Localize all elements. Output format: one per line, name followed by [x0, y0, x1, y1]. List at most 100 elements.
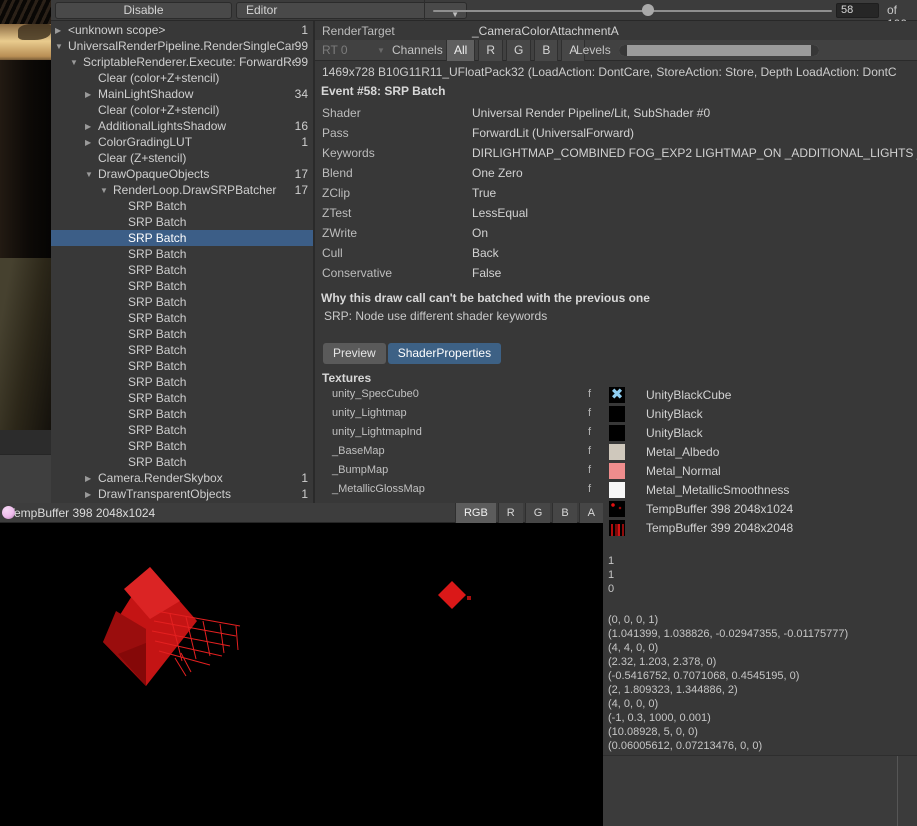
detail-label: Shader [322, 106, 361, 120]
texture-asset-name[interactable]: Metal_MetallicSmoothness [646, 483, 789, 497]
tree-row[interactable]: ▼UniversalRenderPipeline.RenderSingleCam… [51, 38, 313, 54]
tree-row[interactable]: SRP Batch [51, 198, 313, 214]
chevron-right-icon[interactable]: ▶ [85, 474, 98, 483]
texture-thumbnail-black[interactable] [609, 425, 625, 441]
detail-row-blend: BlendOne Zero [315, 164, 917, 184]
disable-button[interactable]: Disable [55, 2, 232, 19]
rt-index-dropdown[interactable]: RT 0 [322, 43, 348, 57]
chevron-down-icon[interactable]: ▼ [70, 58, 83, 67]
tree-row[interactable]: SRP Batch [51, 262, 313, 278]
texture-thumbnail-tb398[interactable] [609, 501, 625, 517]
texture-asset-name[interactable]: UnityBlack [646, 407, 703, 421]
tree-row[interactable]: ▼ScriptableRenderer.Execute: ForwardRend… [51, 54, 313, 70]
tree-row[interactable]: Clear (color+Z+stencil) [51, 102, 313, 118]
tab-shader-properties[interactable]: ShaderProperties [388, 343, 501, 364]
texture-asset-name[interactable]: UnityBlackCube [646, 388, 731, 402]
tree-row[interactable]: ▶MainLightShadow34 [51, 86, 313, 102]
tree-row[interactable]: SRP Batch [51, 406, 313, 422]
tree-row-label: DrawOpaqueObjects [98, 167, 295, 181]
chevron-right-icon[interactable]: ▶ [85, 138, 98, 147]
levels-range-slider[interactable] [619, 45, 819, 56]
tree-row-count: 17 [295, 183, 313, 197]
texture-asset-name[interactable]: UnityBlack [646, 426, 703, 440]
channel-button-all[interactable]: All [446, 40, 475, 61]
tree-row[interactable]: SRP Batch [51, 214, 313, 230]
red-speck [467, 596, 471, 600]
tree-row[interactable]: Clear (Z+stencil) [51, 150, 313, 166]
chevron-down-icon[interactable]: ▼ [55, 42, 68, 51]
tree-row[interactable]: ▶AdditionalLightsShadow16 [51, 118, 313, 134]
tree-row[interactable]: ▶ColorGradingLUT1 [51, 134, 313, 150]
texture-asset-name[interactable]: TempBuffer 399 2048x2048 [646, 521, 793, 535]
scene-dark-structure [0, 60, 51, 258]
textures-section-title: Textures [322, 371, 371, 385]
preview-channel-button-g[interactable]: G [525, 503, 551, 523]
tree-row-label: SRP Batch [128, 247, 308, 261]
tree-row[interactable]: SRP Batch [51, 246, 313, 262]
scene-cloud [18, 24, 51, 40]
tree-row[interactable]: SRP Batch [51, 422, 313, 438]
detail-value: True [472, 186, 496, 200]
tree-row[interactable]: ▼RenderLoop.DrawSRPBatcher17 [51, 182, 313, 198]
tree-row-label: SRP Batch [128, 423, 308, 437]
tree-row-label: SRP Batch [128, 215, 308, 229]
tree-row[interactable]: SRP Batch [51, 454, 313, 470]
vector-value: (2.32, 1.203, 2.378, 0) [608, 655, 848, 669]
texture-thumbnail-normal[interactable] [609, 463, 625, 479]
tree-row[interactable]: SRP Batch [51, 342, 313, 358]
texture-property-name: _MetallicGlossMap [332, 483, 425, 495]
frame-number-field[interactable]: 58 [836, 3, 879, 18]
texture-asset-name[interactable]: TempBuffer 398 2048x1024 [646, 502, 793, 516]
detail-row-pass: PassForwardLit (UniversalForward) [315, 124, 917, 144]
texture-thumbnail-albedo[interactable] [609, 444, 625, 460]
tree-row[interactable]: SRP Batch [51, 326, 313, 342]
preview-channel-button-a[interactable]: A [579, 503, 603, 523]
chevron-right-icon[interactable]: ▶ [55, 26, 68, 35]
detail-value: On [472, 226, 488, 240]
tree-row[interactable]: ▶Camera.RenderSkybox1 [51, 470, 313, 486]
tree-row[interactable]: SRP Batch [51, 390, 313, 406]
channel-buttons: AllRGBA [446, 40, 588, 61]
chevron-down-icon[interactable]: ▼ [85, 170, 98, 179]
tree-row[interactable]: Clear (color+Z+stencil) [51, 70, 313, 86]
chevron-right-icon[interactable]: ▶ [85, 490, 98, 499]
tree-row[interactable]: SRP Batch [51, 358, 313, 374]
tree-row[interactable]: ▼DrawOpaqueObjects17 [51, 166, 313, 182]
texture-asset-name[interactable]: Metal_Albedo [646, 445, 719, 459]
texture-thumbnail-cube[interactable]: ✖ [609, 387, 625, 403]
texture-asset-name[interactable]: Metal_Normal [646, 464, 721, 478]
frame-slider-handle[interactable] [642, 4, 654, 16]
channel-button-r[interactable]: R [478, 40, 503, 61]
tree-row-count: 1 [301, 23, 313, 37]
levels-max-handle[interactable] [811, 45, 819, 56]
tree-row[interactable]: SRP Batch [51, 294, 313, 310]
channel-button-b[interactable]: B [534, 40, 558, 61]
texture-thumbnail-tb399[interactable] [609, 520, 625, 536]
tree-row[interactable]: SRP Batch [51, 278, 313, 294]
chevron-down-icon[interactable]: ▼ [100, 186, 113, 195]
tree-row[interactable]: SRP Batch [51, 230, 313, 246]
detail-value: Back [472, 246, 499, 260]
chevron-right-icon[interactable]: ▶ [85, 122, 98, 131]
tree-row[interactable]: SRP Batch [51, 438, 313, 454]
frame-slider-track[interactable] [433, 10, 832, 12]
scrollbar-track-edge[interactable] [897, 756, 898, 826]
tree-row-count: 34 [295, 87, 313, 101]
texture-thumbnail-white[interactable] [609, 482, 625, 498]
tree-row[interactable]: ▶DrawTransparentObjects1 [51, 486, 313, 502]
preview-channel-button-r[interactable]: R [498, 503, 523, 523]
chevron-right-icon[interactable]: ▶ [85, 90, 98, 99]
tree-row[interactable]: ▶<unknown scope>1 [51, 22, 313, 38]
preview-channel-button-b[interactable]: B [552, 503, 576, 523]
texture-thumbnail-black[interactable] [609, 406, 625, 422]
texture-property-name: unity_SpecCube0 [332, 388, 419, 400]
channel-button-g[interactable]: G [506, 40, 531, 61]
tree-row-count: 99 [295, 55, 313, 69]
texture-row: _BumpMapfMetal_Normal [315, 462, 917, 481]
tree-row[interactable]: SRP Batch [51, 310, 313, 326]
preview-channel-button-rgb[interactable]: RGB [455, 503, 496, 523]
tree-row[interactable]: SRP Batch [51, 374, 313, 390]
tab-preview[interactable]: Preview [323, 343, 386, 364]
tree-row-label: Clear (color+Z+stencil) [98, 71, 308, 85]
levels-min-handle[interactable] [619, 45, 627, 56]
